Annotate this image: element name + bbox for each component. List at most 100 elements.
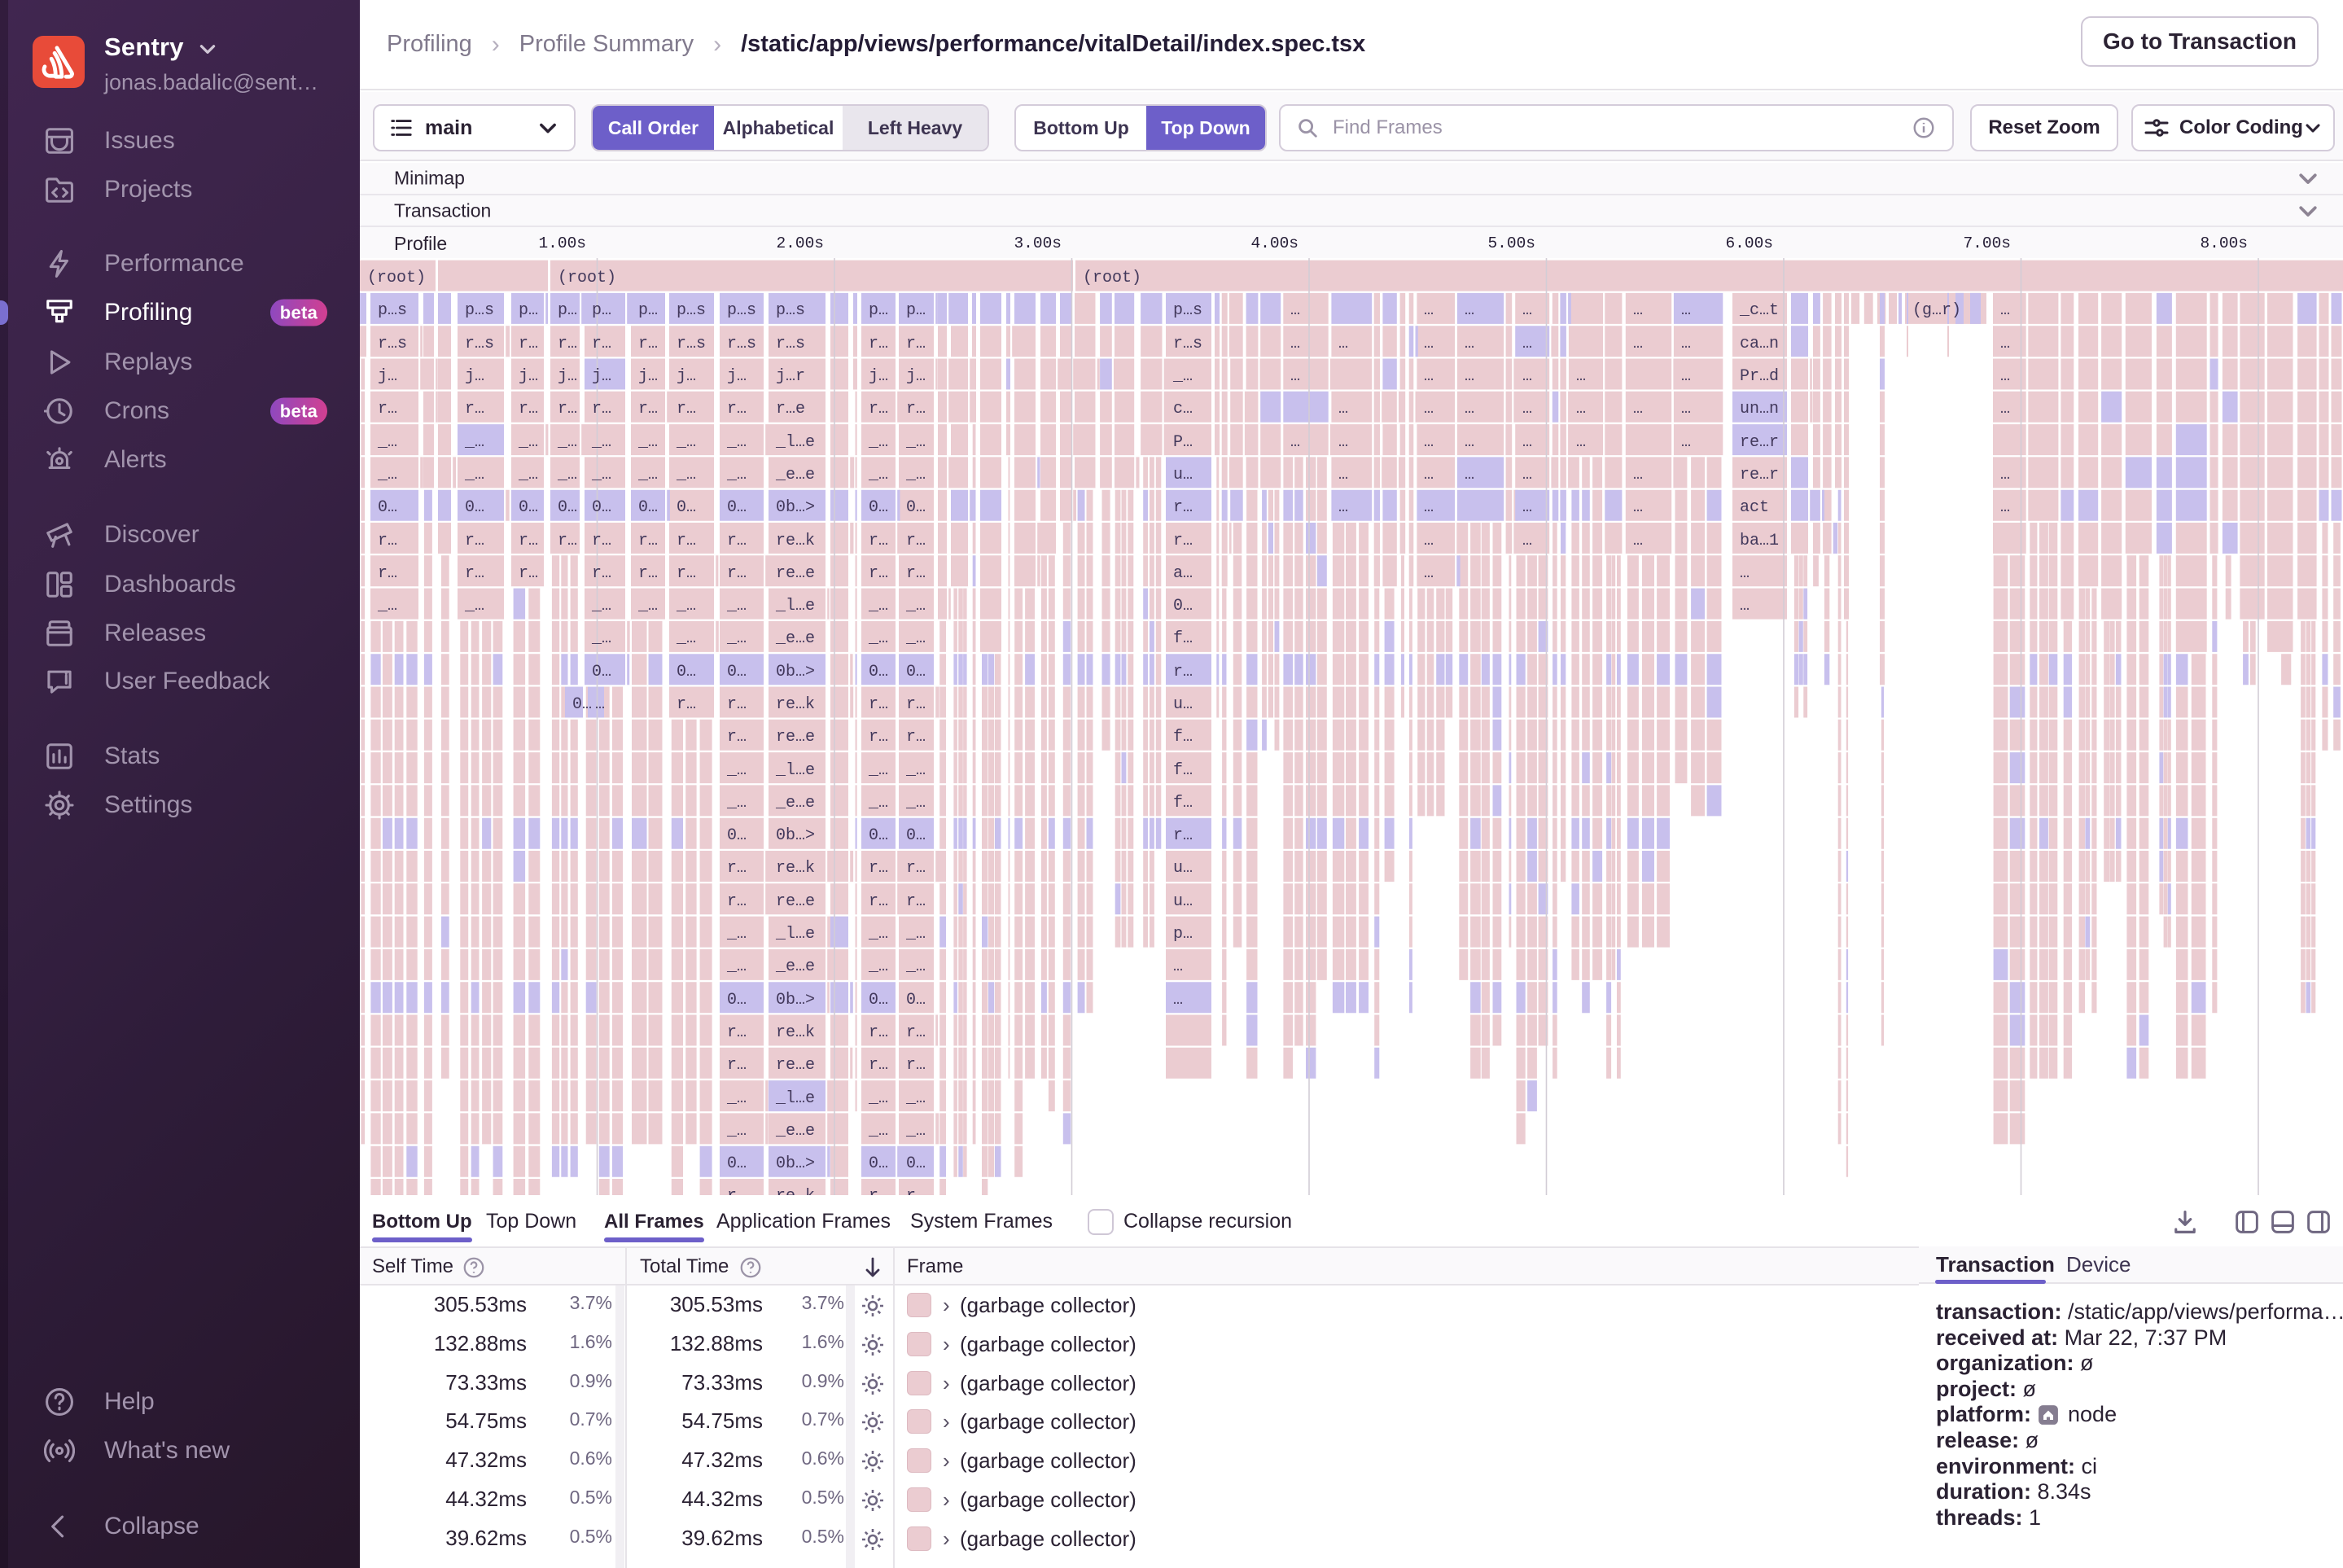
svg-text:_…: _… xyxy=(518,433,538,452)
svg-text:r…: r… xyxy=(869,728,888,747)
svg-text:Pr…d: Pr…d xyxy=(1740,367,1779,386)
svg-text:r…: r… xyxy=(727,1056,747,1075)
svg-text:r…: r… xyxy=(592,532,611,550)
svg-text:0…: 0… xyxy=(869,1154,888,1173)
svg-text:r…: r… xyxy=(727,892,747,911)
svg-text:…: … xyxy=(1576,433,1586,452)
svg-text:r…e: r…e xyxy=(776,400,805,418)
svg-text:r…: r… xyxy=(1173,498,1193,517)
svg-text:j…: j… xyxy=(638,367,658,386)
svg-text:r…: r… xyxy=(638,335,658,353)
svg-text:r…: r… xyxy=(906,400,926,418)
svg-text:…: … xyxy=(1465,400,1474,418)
svg-text:_…: _… xyxy=(464,466,484,484)
svg-text:f…: f… xyxy=(1173,761,1193,780)
svg-text:r…: r… xyxy=(378,564,397,583)
svg-text:r…: r… xyxy=(519,335,538,353)
svg-text:0…: 0… xyxy=(727,498,747,517)
svg-text:…: … xyxy=(1338,433,1348,452)
svg-text:…: … xyxy=(1338,400,1348,418)
svg-text:_…: _… xyxy=(868,957,888,976)
svg-text:u…: u… xyxy=(1173,466,1193,484)
svg-text:re…k: re…k xyxy=(776,1187,815,1195)
svg-text:(root): (root) xyxy=(1083,269,1141,287)
svg-text:…: … xyxy=(1465,367,1474,386)
svg-text:0…: 0… xyxy=(906,826,926,845)
svg-text:…: … xyxy=(595,695,605,714)
svg-text:0…: 0… xyxy=(906,991,926,1010)
svg-text:…: … xyxy=(1633,498,1643,517)
svg-text:f…: f… xyxy=(1173,728,1193,747)
svg-text:_l…e: _l…e xyxy=(775,761,815,780)
svg-text:r…: r… xyxy=(378,532,397,550)
svg-text:r…: r… xyxy=(465,564,484,583)
svg-text:_l…e: _l…e xyxy=(775,433,815,452)
svg-text:…: … xyxy=(1424,367,1434,386)
svg-text:r…s: r…s xyxy=(1173,335,1202,353)
svg-text:_…: _… xyxy=(377,466,397,484)
svg-text:p…: p… xyxy=(869,301,888,320)
svg-text:r…: r… xyxy=(1173,532,1193,550)
svg-text:_…: _… xyxy=(377,597,397,615)
svg-text:r…: r… xyxy=(906,892,926,911)
svg-text:_…: _… xyxy=(1172,367,1193,386)
svg-text:r…: r… xyxy=(906,1056,926,1075)
svg-text:…: … xyxy=(1465,335,1474,353)
svg-text:0…: 0… xyxy=(727,991,747,1010)
svg-text:r…: r… xyxy=(638,532,658,550)
svg-text:_…: _… xyxy=(868,925,888,944)
svg-text:_…: _… xyxy=(726,1122,747,1141)
svg-text:_…: _… xyxy=(726,433,747,452)
svg-text:_…: _… xyxy=(726,794,747,812)
svg-text:r…: r… xyxy=(677,532,696,550)
svg-text:…: … xyxy=(1338,466,1348,484)
svg-text:_…: _… xyxy=(905,1089,926,1108)
svg-text:_…: _… xyxy=(464,597,484,615)
svg-text:_l…e: _l…e xyxy=(775,597,815,615)
svg-text:r…: r… xyxy=(727,400,747,418)
svg-text:p…s: p…s xyxy=(378,301,407,320)
svg-text:r…: r… xyxy=(727,1023,747,1042)
svg-text:r…: r… xyxy=(558,532,577,550)
svg-text:a…: a… xyxy=(1173,564,1193,583)
svg-text:…: … xyxy=(1681,301,1691,320)
svg-text:r…: r… xyxy=(906,564,926,583)
svg-text:re…k: re…k xyxy=(776,859,815,878)
svg-text:0b…>: 0b…> xyxy=(776,663,815,681)
svg-text:…: … xyxy=(1633,301,1643,320)
svg-text:_e…e: _e…e xyxy=(775,957,815,976)
svg-text:_…: _… xyxy=(868,597,888,615)
svg-text:0b…>: 0b…> xyxy=(776,498,815,517)
svg-text:0…: 0… xyxy=(677,663,696,681)
svg-text:…: … xyxy=(1522,335,1532,353)
svg-text:p…: p… xyxy=(906,301,926,320)
svg-text:_…: _… xyxy=(868,433,888,452)
svg-text:…: … xyxy=(1424,335,1434,353)
svg-text:0b…>: 0b…> xyxy=(776,826,815,845)
svg-text:act: act xyxy=(1740,498,1769,517)
svg-text:P…: P… xyxy=(1173,433,1193,452)
svg-text:r…: r… xyxy=(1173,663,1193,681)
svg-text:0…: 0… xyxy=(869,498,888,517)
svg-text:_…: _… xyxy=(591,433,611,452)
svg-text:_…: _… xyxy=(726,761,747,780)
svg-text:0…: 0… xyxy=(572,695,592,714)
svg-text:…: … xyxy=(1681,433,1691,452)
svg-text:0b…>: 0b…> xyxy=(776,991,815,1010)
svg-text:r…: r… xyxy=(465,532,484,550)
svg-text:p…: p… xyxy=(592,301,611,320)
svg-text:r…: r… xyxy=(677,695,696,714)
svg-text:c…: c… xyxy=(1173,400,1193,418)
svg-text:_…: _… xyxy=(637,433,658,452)
svg-text:p…s: p…s xyxy=(727,301,756,320)
svg-text:r…: r… xyxy=(869,859,888,878)
svg-text:_…: _… xyxy=(557,466,577,484)
svg-text:_…: _… xyxy=(726,1089,747,1108)
svg-text:…: … xyxy=(1465,301,1474,320)
svg-text:r…: r… xyxy=(906,859,926,878)
svg-text:r…: r… xyxy=(869,1056,888,1075)
svg-text:r…s: r…s xyxy=(776,335,805,353)
svg-text:_…: _… xyxy=(905,629,926,648)
svg-text:r…: r… xyxy=(869,892,888,911)
svg-text:p…s: p…s xyxy=(776,301,805,320)
